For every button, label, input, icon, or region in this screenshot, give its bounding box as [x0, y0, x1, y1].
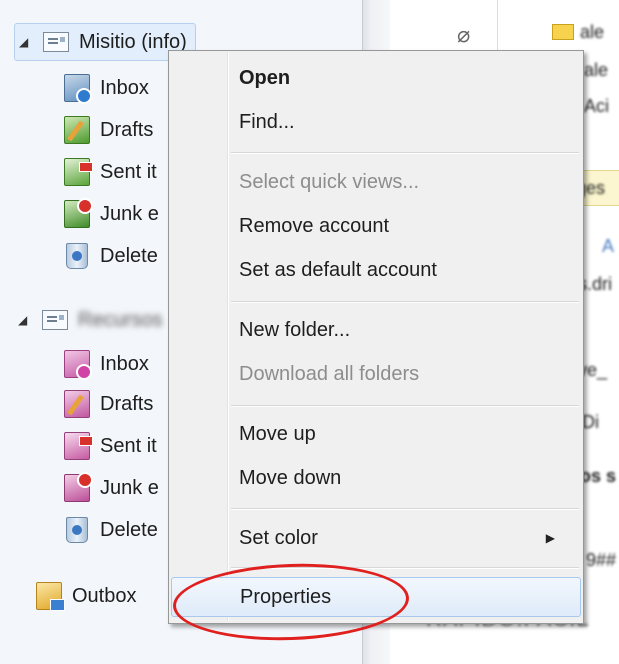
junk-email-icon	[64, 472, 93, 502]
folder-item-deleted-items[interactable]: Delete	[64, 236, 158, 276]
menu-item-remove-account[interactable]: Remove account	[171, 206, 581, 246]
folder-label: Sent it	[100, 434, 157, 457]
folder-item-junk-email[interactable]: Junk e	[64, 468, 159, 508]
menu-item-set-default-account[interactable]: Set as default account	[171, 250, 581, 290]
folder-label: Inbox	[100, 352, 149, 375]
drafts-icon	[64, 116, 90, 144]
message-subject-peek: Aci	[584, 96, 610, 116]
paperclip-icon: ⌀	[457, 22, 471, 47]
sent-items-icon	[64, 158, 93, 186]
folder-item-sent-items[interactable]: Sent it	[64, 152, 157, 192]
mail-window: ◢ Misitio (info) Inbox Drafts Sent it Ju…	[0, 0, 619, 664]
message-link-peek: A	[602, 236, 615, 256]
menu-separator	[231, 405, 579, 407]
message-body-peek: 9##	[586, 550, 617, 570]
message-body-peek: os s	[580, 466, 617, 486]
account-header-box: ◢ Recursos	[14, 301, 170, 339]
menu-item-move-up[interactable]: Move up	[171, 414, 581, 454]
account-name: Recursos	[78, 308, 163, 331]
folder-label: Outbox	[72, 584, 137, 607]
menu-item-open[interactable]: Open	[171, 58, 581, 98]
folder-item-drafts[interactable]: Drafts	[64, 384, 153, 424]
menu-separator	[231, 567, 579, 569]
inbox-icon	[64, 74, 92, 104]
envelope-icon	[552, 24, 574, 40]
menu-item-move-down[interactable]: Move down	[171, 458, 581, 498]
collapse-arrow-icon[interactable]: ◢	[18, 313, 32, 327]
folder-label: Sent it	[100, 160, 157, 183]
sent-items-icon	[64, 432, 93, 460]
folder-item-drafts[interactable]: Drafts	[64, 110, 153, 150]
folder-item-sent-items[interactable]: Sent it	[64, 426, 157, 466]
menu-item-label: Set color	[239, 526, 318, 549]
folder-label: Junk e	[100, 476, 159, 499]
account-card-icon	[43, 32, 69, 52]
menu-item-find[interactable]: Find...	[171, 102, 581, 142]
folder-item-outbox[interactable]: Outbox	[36, 576, 136, 616]
folder-item-junk-email[interactable]: Junk e	[64, 194, 159, 234]
account-card-icon	[42, 310, 68, 330]
menu-separator	[231, 508, 579, 510]
deleted-items-icon	[66, 517, 88, 543]
folder-label: Delete	[100, 244, 158, 267]
submenu-arrow-icon: ▶	[545, 531, 555, 545]
folder-item-deleted-items[interactable]: Delete	[64, 510, 158, 550]
account-header-recursos[interactable]: ◢ Recursos	[14, 300, 170, 340]
collapse-arrow-icon[interactable]: ◢	[19, 35, 33, 49]
menu-separator	[231, 152, 579, 154]
folder-label: Inbox	[100, 76, 149, 99]
folder-label: Drafts	[100, 118, 154, 141]
inbox-icon	[64, 350, 92, 380]
menu-item-properties[interactable]: Properties	[171, 577, 581, 617]
folder-label: Delete	[100, 518, 158, 541]
message-sender-peek: ale	[584, 60, 609, 80]
menu-item-new-folder[interactable]: New folder...	[171, 310, 581, 350]
folder-item-inbox[interactable]: Inbox	[64, 68, 149, 108]
folder-item-inbox[interactable]: Inbox	[64, 344, 149, 384]
deleted-items-icon	[66, 243, 88, 269]
menu-item-set-color[interactable]: Set color ▶	[171, 518, 581, 558]
menu-item-download-all-folders: Download all folders	[239, 362, 420, 385]
context-menu: Open Find... Select quick views... Remov…	[168, 50, 584, 624]
message-sender-peek: ale	[580, 22, 605, 42]
message-body-peek: Di	[582, 412, 599, 432]
outbox-icon	[36, 582, 65, 611]
drafts-icon	[64, 390, 90, 418]
menu-item-select-quick-views: Select quick views...	[239, 170, 420, 193]
folder-label: Junk e	[100, 202, 159, 225]
menu-separator	[231, 301, 579, 303]
junk-email-icon	[64, 198, 93, 228]
folder-label: Drafts	[100, 392, 154, 415]
